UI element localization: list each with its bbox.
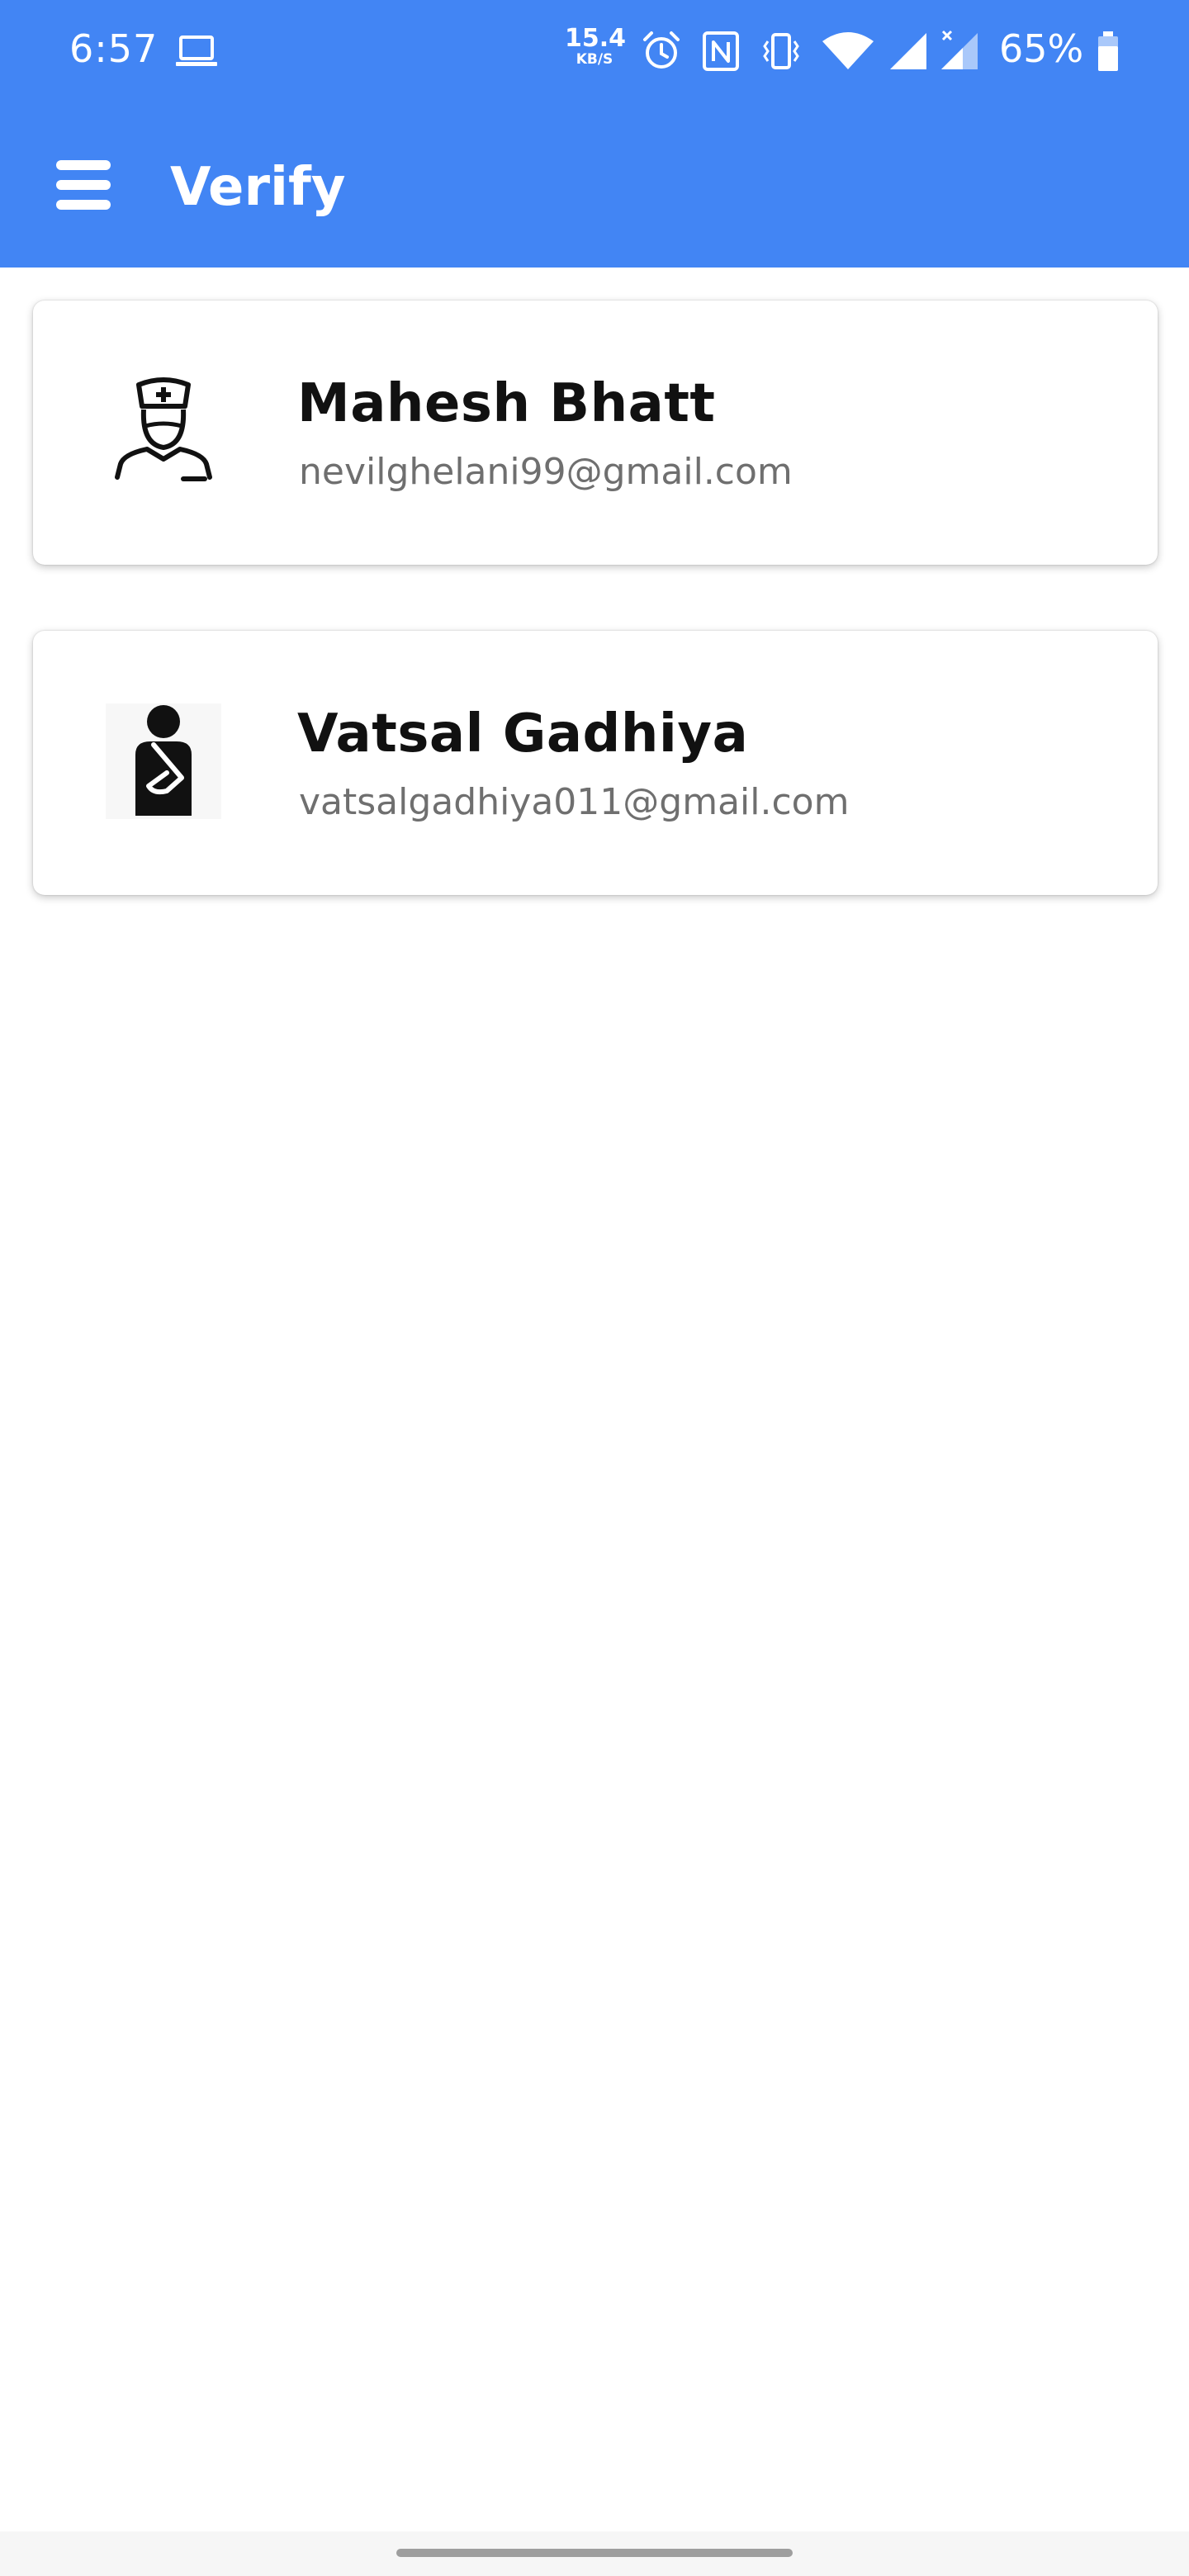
nfc-icon: [703, 31, 739, 71]
nurse-icon: [115, 377, 212, 481]
app-bar: Verify: [0, 104, 1189, 268]
alarm-icon: [643, 31, 680, 69]
signal-icon: [890, 33, 926, 69]
patient-sling-icon: [106, 703, 221, 819]
net-speed-value: 15.4: [565, 24, 627, 53]
status-bar: 6:57 15.4 KB/S 65%: [0, 0, 1189, 104]
user-name: Vatsal Gadhiya: [297, 703, 749, 765]
menu-button[interactable]: [51, 157, 117, 213]
battery-icon: [1098, 31, 1118, 71]
user-card[interactable]: Vatsal Gadhiya vatsalgadhiya011@gmail.co…: [33, 631, 1158, 895]
user-email: nevilghelani99@gmail.com: [299, 451, 793, 493]
menu-icon: [56, 160, 111, 170]
user-email: vatsalgadhiya011@gmail.com: [299, 781, 850, 823]
user-card[interactable]: Mahesh Bhatt nevilghelani99@gmail.com: [33, 301, 1158, 565]
net-speed: 15.4 KB/S: [565, 24, 627, 68]
home-gesture-handle[interactable]: [396, 2549, 793, 2557]
wifi-icon: [822, 32, 874, 69]
verify-screen: 6:57 15.4 KB/S 65% Verify Mahesh Bhatt n…: [0, 0, 1189, 2576]
laptop-icon: [176, 36, 217, 66]
page-title: Verify: [170, 157, 346, 218]
signal-no-data-icon: [941, 30, 978, 69]
net-speed-unit: KB/S: [576, 51, 613, 68]
navigation-bar: [0, 2531, 1189, 2576]
user-name: Mahesh Bhatt: [297, 373, 716, 434]
battery-percent: 65%: [999, 26, 1084, 71]
vibrate-icon: [763, 33, 799, 69]
status-time: 6:57: [69, 26, 159, 71]
